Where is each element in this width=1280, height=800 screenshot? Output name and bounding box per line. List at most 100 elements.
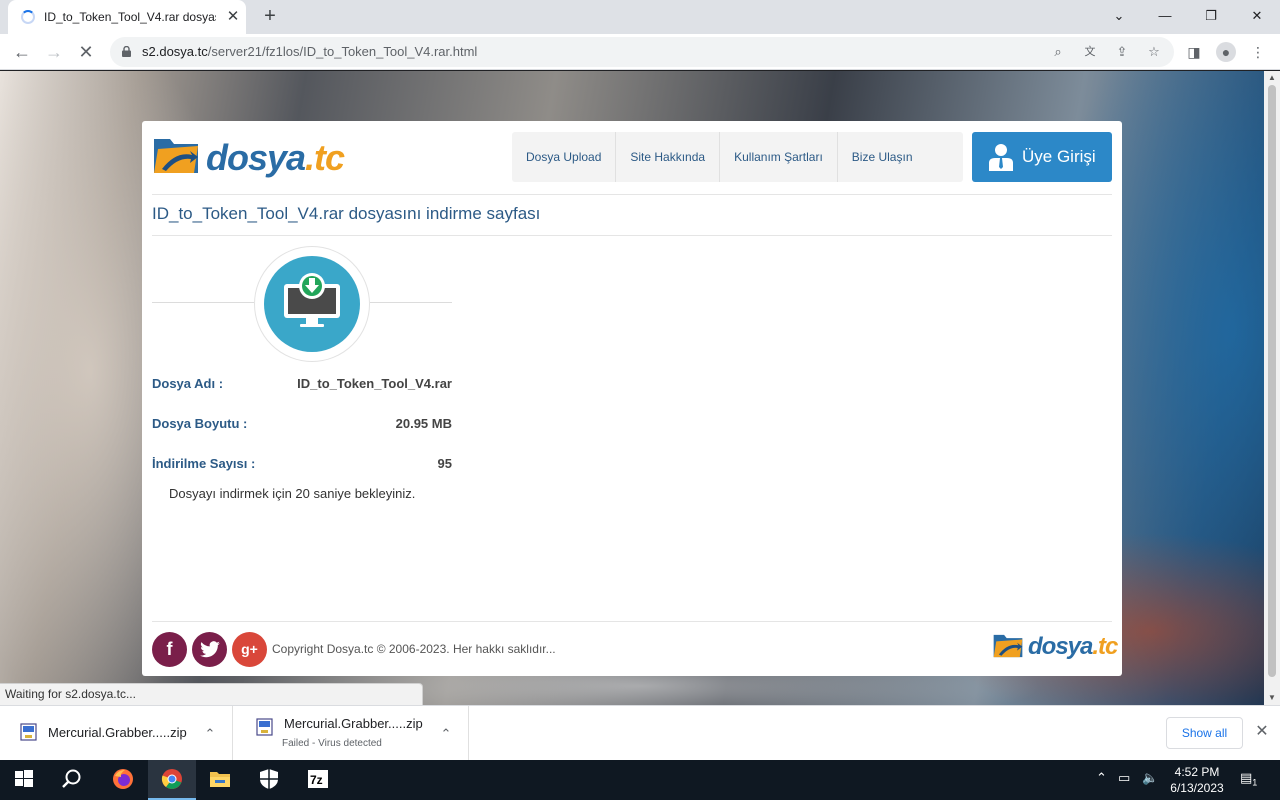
bookmark-star-icon[interactable]: ☆ xyxy=(1144,42,1164,62)
security-icon[interactable] xyxy=(245,760,293,800)
shield-glyph xyxy=(260,769,278,789)
download-count-label: İndirilme Sayısı : xyxy=(152,456,256,471)
nav-bize-ulasin[interactable]: Bize Ulaşın xyxy=(838,132,963,182)
zip-file-icon xyxy=(20,723,37,741)
page-card: dosya.tc Dosya Upload Site Hakkında Kull… xyxy=(142,121,1122,676)
zoom-search-icon[interactable]: ⌕ xyxy=(1048,42,1068,62)
side-panel-icon[interactable]: ◨ xyxy=(1184,42,1204,62)
tab-title: ID_to_Token_Tool_V4.rar dosyasını xyxy=(44,10,216,24)
logo-wordmark: dosya.tc xyxy=(1028,633,1118,660)
chrome-glyph xyxy=(161,769,182,789)
close-shelf-icon[interactable]: ✕ xyxy=(1252,722,1272,742)
download-emblem xyxy=(254,246,370,362)
notification-count: 1 xyxy=(1252,777,1258,788)
login-label: Üye Girişi xyxy=(1022,147,1096,166)
url-text: s2.dosya.tc/server21/fz1los/ID_to_Token_… xyxy=(142,44,478,59)
download-filename: Mercurial.Grabber.....zip xyxy=(284,716,423,731)
address-bar[interactable]: s2.dosya.tc/server21/fz1los/ID_to_Token_… xyxy=(110,37,1174,67)
file-size-label: Dosya Boyutu : xyxy=(152,416,248,431)
7zip-icon[interactable]: 7z xyxy=(294,760,342,800)
chrome-icon[interactable] xyxy=(148,760,196,800)
magnifier-glyph xyxy=(62,769,81,788)
main-nav: Dosya Upload Site Hakkında Kullanım Şart… xyxy=(512,132,963,182)
divider xyxy=(152,235,1112,236)
file-name-value: ID_to_Token_Tool_V4.rar xyxy=(297,376,452,391)
start-icon[interactable] xyxy=(0,760,48,800)
folder-glyph xyxy=(210,772,230,787)
site-logo[interactable]: dosya.tc xyxy=(152,133,345,183)
restore-button[interactable]: ❐ xyxy=(1197,3,1225,29)
loading-spinner-icon xyxy=(21,10,35,24)
page-viewport: dosya.tc Dosya Upload Site Hakkında Kull… xyxy=(0,71,1280,705)
divider xyxy=(370,302,452,303)
download-status: Failed - Virus detected xyxy=(282,738,382,749)
twitter-bird-glyph xyxy=(199,641,220,658)
divider xyxy=(152,302,254,303)
tab-strip: ID_to_Token_Tool_V4.rar dosyasını ✕ + ⌄ … xyxy=(0,0,1280,34)
show-all-button[interactable]: Show all xyxy=(1166,717,1243,749)
network-icon[interactable]: ▭ xyxy=(1118,770,1130,786)
nav-site-hakkinda[interactable]: Site Hakkında xyxy=(616,132,721,182)
footer-logo[interactable]: dosya.tc xyxy=(992,631,1118,663)
tray-overflow-chevron-icon[interactable]: ⌃ xyxy=(1096,770,1107,786)
logo-wordmark: dosya.tc xyxy=(206,137,345,178)
copyright-text: Copyright Dosya.tc © 2006-2023. Her hakk… xyxy=(272,642,556,656)
download-shelf: Mercurial.Grabber.....zip ⌃ Mercurial.Gr… xyxy=(0,705,1280,761)
file-name-label: Dosya Adı : xyxy=(152,376,224,391)
file-size-value: 20.95 MB xyxy=(395,416,452,431)
chevron-up-icon[interactable]: ⌃ xyxy=(436,724,456,744)
firefox-glyph xyxy=(113,769,133,789)
scroll-thumb[interactable] xyxy=(1268,85,1276,677)
user-icon xyxy=(989,144,1013,171)
lock-icon xyxy=(122,46,131,57)
download-item[interactable]: Mercurial.Grabber.....zip ⌃ xyxy=(0,706,233,761)
monitor-download-icon xyxy=(284,273,340,327)
search-icon[interactable] xyxy=(48,760,96,800)
windows-logo-icon xyxy=(15,770,33,787)
7zip-glyph: 7z xyxy=(308,770,328,788)
page-title: ID_to_Token_Tool_V4.rar dosyasını indirm… xyxy=(152,204,541,223)
clock-time: 4:52 PM xyxy=(1174,765,1220,779)
google-plus-icon[interactable]: g+ xyxy=(232,632,267,667)
tab-close-icon[interactable]: ✕ xyxy=(224,8,242,26)
browser-tab[interactable]: ID_to_Token_Tool_V4.rar dosyasını ✕ xyxy=(8,0,246,34)
download-circle xyxy=(264,256,360,352)
notification-center-icon[interactable]: ▤1 xyxy=(1240,770,1257,788)
facebook-icon[interactable]: f xyxy=(152,632,187,667)
login-button[interactable]: Üye Girişi xyxy=(972,132,1112,182)
download-filename: Mercurial.Grabber.....zip xyxy=(48,725,187,740)
status-bubble: Waiting for s2.dosya.tc... xyxy=(0,683,423,705)
minimize-button[interactable]: — xyxy=(1151,3,1179,29)
profile-avatar-icon[interactable]: ● xyxy=(1216,42,1236,62)
svg-text:7z: 7z xyxy=(310,773,323,787)
new-tab-button[interactable]: + xyxy=(258,5,282,29)
divider xyxy=(152,194,1112,195)
zip-file-icon xyxy=(256,718,273,736)
system-clock[interactable]: 4:52 PM 6/13/2023 xyxy=(1164,764,1230,796)
scroll-down-arrow-icon[interactable]: ▼ xyxy=(1264,691,1280,705)
volume-muted-icon[interactable]: 🔈 xyxy=(1142,770,1158,786)
windows-taskbar: 7z ⌃ ▭ 🔈 4:52 PM 6/13/2023 ▤1 xyxy=(0,760,1280,800)
clock-date: 6/13/2023 xyxy=(1170,781,1224,795)
nav-kullanim-sartlari[interactable]: Kullanım Şartları xyxy=(720,132,838,182)
close-window-button[interactable]: ✕ xyxy=(1243,3,1271,29)
file-explorer-icon[interactable] xyxy=(196,760,244,800)
chevron-up-icon[interactable]: ⌃ xyxy=(200,724,220,744)
folder-logo-icon xyxy=(993,634,1023,658)
browser-toolbar: ← → ✕ s2.dosya.tc/server21/fz1los/ID_to_… xyxy=(0,34,1280,70)
tab-search-chevron-icon[interactable]: ⌄ xyxy=(1105,3,1133,29)
share-icon[interactable]: ⇪ xyxy=(1112,42,1132,62)
download-item-failed[interactable]: Mercurial.Grabber.....zip Failed - Virus… xyxy=(236,706,469,761)
twitter-icon[interactable] xyxy=(192,632,227,667)
stop-loading-icon[interactable]: ✕ xyxy=(72,38,100,66)
back-icon[interactable]: ← xyxy=(8,38,36,66)
wait-message: Dosyayı indirmek için 20 saniye bekleyin… xyxy=(169,486,416,501)
firefox-icon[interactable] xyxy=(99,760,147,800)
page-scrollbar[interactable]: ▲ ▼ xyxy=(1264,71,1280,705)
scroll-up-arrow-icon[interactable]: ▲ xyxy=(1264,71,1280,85)
download-count-value: 95 xyxy=(437,456,452,471)
nav-dosya-upload[interactable]: Dosya Upload xyxy=(512,132,617,182)
forward-icon[interactable]: → xyxy=(40,38,68,66)
translate-icon[interactable]: 文 xyxy=(1080,42,1100,62)
menu-kebab-icon[interactable]: ⋮ xyxy=(1248,42,1268,62)
